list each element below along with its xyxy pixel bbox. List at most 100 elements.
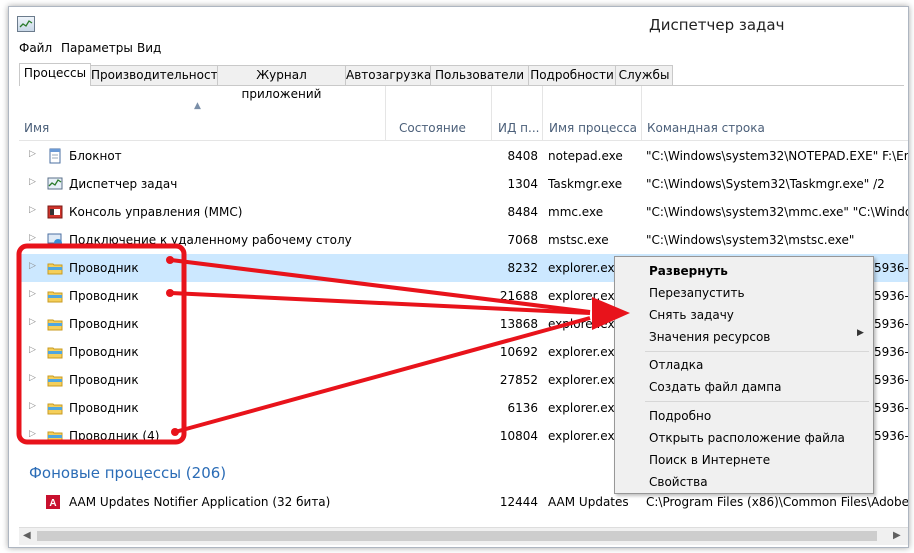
expand-row-icon[interactable]: ▷ (29, 205, 36, 215)
process-name-cell: Проводник (4) (69, 429, 160, 443)
image-name-cell: mmc.exe (548, 205, 604, 219)
expand-row-icon[interactable]: ▷ (29, 149, 36, 159)
tab-strip: Процессы Производительность Журнал прило… (19, 63, 904, 101)
folder-icon (47, 372, 63, 388)
pid-cell: 8408 (507, 149, 538, 163)
expand-row-icon[interactable]: ▷ (29, 233, 36, 243)
remote-desktop-icon (47, 232, 63, 248)
tab-users[interactable]: Пользователи (430, 65, 529, 85)
command-line-cell: "C:\Windows\system32\NOTEPAD.EXE" F:\Ent… (646, 149, 908, 163)
pid-cell: 10692 (499, 345, 538, 359)
command-line-cell: "C:\Windows\system32\mmc.exe" "C:\Window… (646, 205, 908, 219)
table-row[interactable]: ▷ Подключение к удаленному рабочему столу… (19, 226, 908, 254)
expand-row-icon[interactable]: ▷ (29, 429, 36, 439)
col-name[interactable]: Имя (19, 86, 385, 140)
command-line-cell: 5936- (874, 289, 908, 303)
pid-cell: 7068 (507, 233, 538, 247)
ctx-expand[interactable]: Развернуть (649, 261, 728, 281)
separator (645, 401, 869, 402)
expand-row-icon[interactable]: ▷ (29, 373, 36, 383)
scroll-thumb[interactable] (37, 531, 877, 541)
pid-cell: 13868 (499, 317, 538, 331)
expand-row-icon[interactable]: ▷ (29, 345, 36, 355)
table-row[interactable]: ▷ Диспетчер задач 1304 Taskmgr.exe "C:\Windo… (19, 170, 908, 198)
taskmgr-icon (17, 16, 35, 32)
image-name-cell: AAM Updates (548, 495, 629, 509)
menu-view[interactable]: Вид (137, 41, 161, 55)
table-row[interactable]: ▷ Блокнот 8408 notepad.exe "C:\Windows\syste… (19, 142, 908, 170)
command-line-cell: 5936- (874, 345, 908, 359)
column-header: ▲ Имя Состояние ИД п... Имя процесса Ком… (19, 86, 908, 141)
window-title: Диспетчер задач (649, 16, 785, 34)
menu-bar: Файл Параметры Вид (9, 39, 908, 59)
process-name-cell: AAM Updates Notifier Application (32 бит… (69, 495, 331, 509)
image-name-cell: Taskmgr.exe (548, 177, 623, 191)
tab-processes[interactable]: Процессы (19, 63, 91, 86)
ctx-open-file-location[interactable]: Открыть расположение файла (649, 428, 845, 448)
col-command-line-label: Командная строка (647, 121, 765, 135)
process-name-cell: Проводник (69, 345, 139, 359)
command-line-cell: "C:\Windows\System32\Taskmgr.exe" /2 (646, 177, 885, 191)
scroll-left-icon[interactable]: ◀ (23, 530, 31, 541)
pid-cell: 21688 (499, 289, 538, 303)
notepad-icon (47, 148, 63, 164)
folder-icon (47, 400, 63, 416)
col-pid-label: ИД п... (498, 121, 540, 135)
pid-cell: 12444 (499, 495, 538, 509)
col-status-label: Состояние (399, 121, 466, 135)
command-line-cell: 5936- (874, 401, 908, 415)
process-name-cell: Проводник (69, 289, 139, 303)
menu-options[interactable]: Параметры (61, 41, 133, 55)
col-pid[interactable]: ИД п... (491, 86, 543, 140)
ctx-create-dump[interactable]: Создать файл дампа (649, 377, 781, 397)
separator (645, 351, 869, 352)
col-process-name[interactable]: Имя процесса (542, 86, 642, 140)
command-line-cell: 5936- (874, 261, 908, 275)
mmc-icon (47, 204, 63, 220)
taskmgr-icon (47, 176, 63, 192)
tab-app-history[interactable]: Журнал приложений (217, 65, 346, 101)
pid-cell: 8232 (507, 261, 538, 275)
submenu-arrow-icon: ▶ (857, 328, 864, 338)
background-processes-group[interactable]: Фоновые процессы (206) (29, 464, 226, 482)
tab-startup[interactable]: Автозагрузка (345, 65, 431, 85)
ctx-resource-values[interactable]: Значения ресурсов (649, 327, 770, 347)
ctx-restart[interactable]: Перезапустить (649, 283, 745, 303)
expand-row-icon[interactable]: ▷ (29, 289, 36, 299)
col-process-name-label: Имя процесса (549, 121, 637, 135)
tab-details[interactable]: Подробности (528, 65, 616, 85)
pid-cell: 8484 (507, 205, 538, 219)
svg-text:A: A (49, 498, 56, 509)
tab-performance[interactable]: Производительность (90, 65, 225, 85)
ctx-end-task[interactable]: Снять задачу (649, 305, 734, 325)
scroll-right-icon[interactable]: ▶ (893, 530, 901, 541)
col-status[interactable]: Состояние (385, 86, 492, 140)
image-name-cell: mstsc.exe (548, 233, 609, 247)
pid-cell: 27852 (499, 373, 538, 387)
process-name-cell: Проводник (69, 373, 139, 387)
command-line-cell: 5936- (874, 373, 908, 387)
ctx-properties[interactable]: Свойства (649, 472, 708, 492)
pid-cell: 6136 (507, 401, 538, 415)
expand-row-icon[interactable]: ▷ (29, 401, 36, 411)
process-name-cell: Блокнот (69, 149, 122, 163)
expand-row-icon[interactable]: ▷ (29, 261, 36, 271)
expand-row-icon[interactable]: ▷ (29, 177, 36, 187)
process-name-cell: Проводник (69, 317, 139, 331)
process-name-cell: Консоль управления (MMC) (69, 205, 243, 219)
table-row[interactable]: ▷ Консоль управления (MMC) 8484 mmc.exe "C:\… (19, 198, 908, 226)
command-line-cell: C:\Program Files (x86)\Common Files\Adob… (646, 495, 908, 509)
ctx-debug[interactable]: Отладка (649, 355, 703, 375)
process-name-cell: Подключение к удаленному рабочему столу (69, 233, 352, 247)
ctx-details[interactable]: Подробно (649, 406, 711, 426)
expand-row-icon[interactable]: ▷ (29, 317, 36, 327)
title-bar: Диспетчер задач (9, 7, 908, 39)
ctx-search-online[interactable]: Поиск в Интернете (649, 450, 770, 470)
col-command-line[interactable]: Командная строка (641, 86, 908, 140)
horizontal-scrollbar[interactable]: ◀ ▶ (19, 527, 908, 545)
menu-file[interactable]: Файл (19, 41, 52, 55)
process-name-cell: Проводник (69, 261, 139, 275)
tab-services[interactable]: Службы (615, 65, 673, 85)
col-name-label: Имя (24, 121, 50, 135)
folder-icon (47, 344, 63, 360)
